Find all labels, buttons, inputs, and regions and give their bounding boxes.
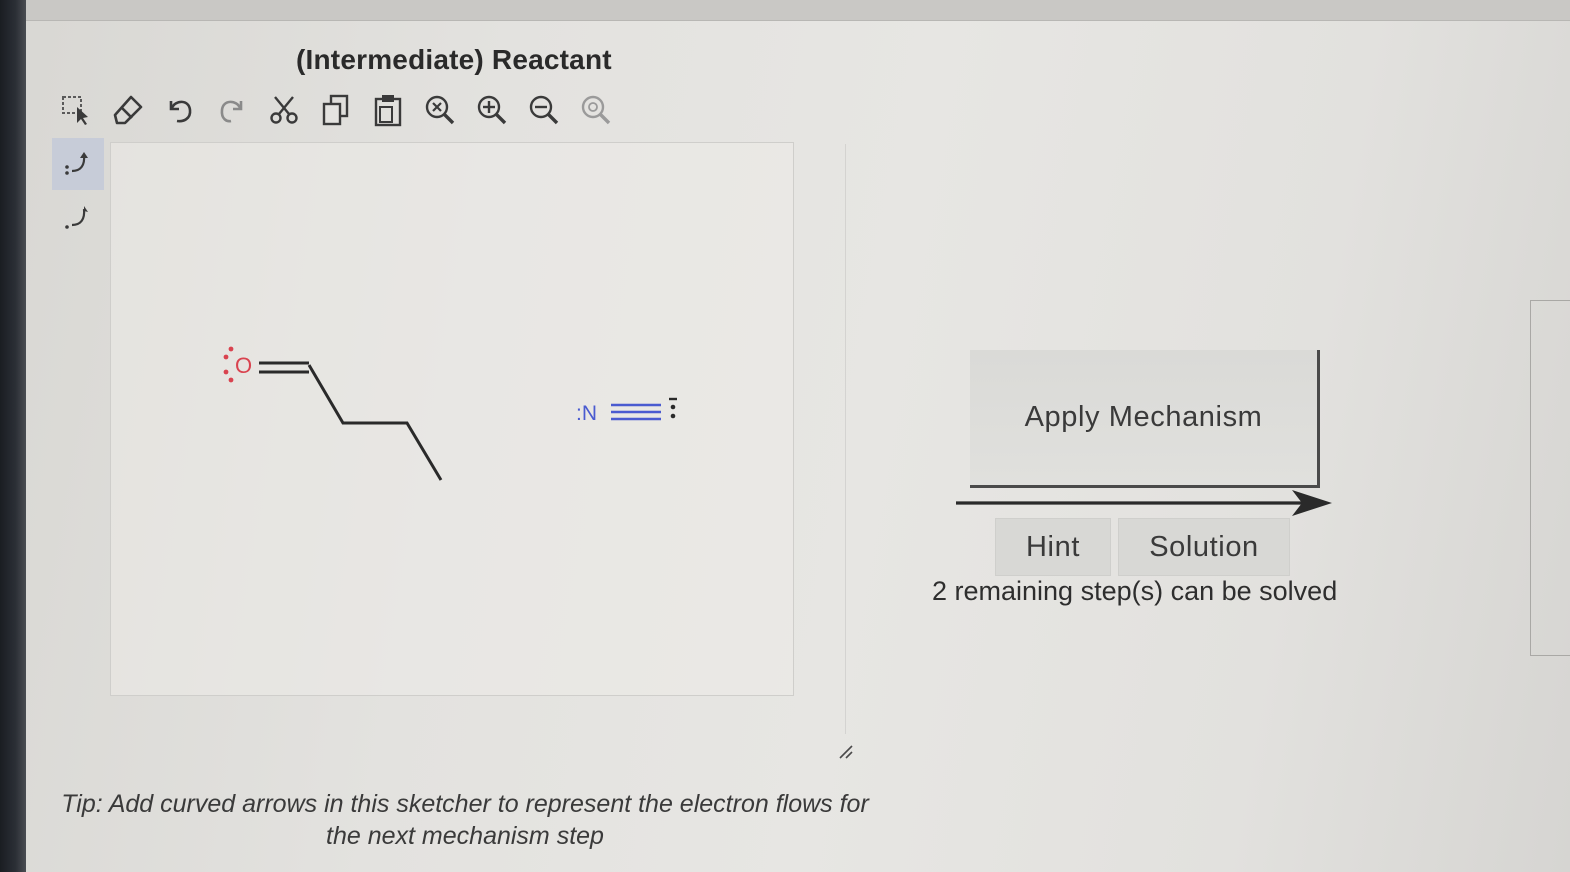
redo-tool-button[interactable] [210,88,254,132]
cut-tool-button[interactable] [262,88,306,132]
single-electron-arrow-tool[interactable] [52,192,104,244]
apply-mechanism-button[interactable]: Apply Mechanism [970,350,1320,488]
electron-pair-arrow-tool[interactable] [52,138,104,190]
zoom-out-tool-button[interactable] [522,88,566,132]
top-header-strip [26,0,1570,21]
resize-grip-icon[interactable] [836,742,856,762]
solution-button[interactable]: Solution [1118,518,1290,576]
scissors-icon [270,96,298,124]
undo-icon [169,100,192,123]
panel-title: (Intermediate) Reactant [296,44,612,75]
screen-bezel [0,0,26,872]
select-tool-button[interactable] [54,88,98,132]
arrow-tool-panel [52,138,104,248]
paste-tool-button[interactable] [366,88,410,132]
zoom-reset-tool-button[interactable] [418,88,462,132]
zoom-in-tool-button[interactable] [470,88,514,132]
zoom-reset-icon [425,95,455,125]
sketcher-tip: Tip: Add curved arrows in this sketcher … [60,788,870,852]
hint-button[interactable]: Hint [995,518,1111,576]
zoom-fit-tool-button[interactable] [574,88,618,132]
next-panel-frame [1530,300,1570,656]
paste-icon [374,95,402,127]
undo-tool-button[interactable] [158,88,202,132]
oxygen-lone-pair-dot [223,354,229,360]
zoom-in-icon [477,95,507,125]
panel-divider [845,144,846,734]
molecule-drawing: O :N [223,346,677,481]
page: (Intermediate) Reactant O:N Tip: Add cu… [0,0,1570,872]
oxygen-atom-label[interactable]: O [235,353,252,378]
oxygen-lone-pair-dot [228,346,234,352]
erase-tool-button[interactable] [106,88,150,132]
nitrogen-atom-label[interactable]: :N [576,402,597,425]
tip-lead: Tip: [61,790,103,818]
zoom-out-icon [529,95,559,125]
copy-icon [322,94,349,126]
carbon-chain-bonds[interactable] [307,364,443,481]
sketcher-canvas[interactable]: O :N [110,142,794,696]
zoom-fit-icon [581,95,611,125]
curved-arrow-pair-icon [65,152,88,175]
carbon-lone-pair-dot [670,404,676,410]
oxygen-lone-pair-dot [228,377,234,383]
curved-arrow-single-icon [65,206,88,229]
copy-tool-button[interactable] [314,88,358,132]
remaining-steps-status: 2 remaining step(s) can be solved [932,576,1338,606]
oxygen-lone-pair-dot [223,369,229,375]
eraser-icon [113,95,143,125]
marquee-select-icon [62,96,88,125]
tip-text: Add curved arrows in this sketcher to re… [102,790,869,850]
redo-icon [220,100,243,123]
carbon-lone-pair-dot [670,413,676,419]
